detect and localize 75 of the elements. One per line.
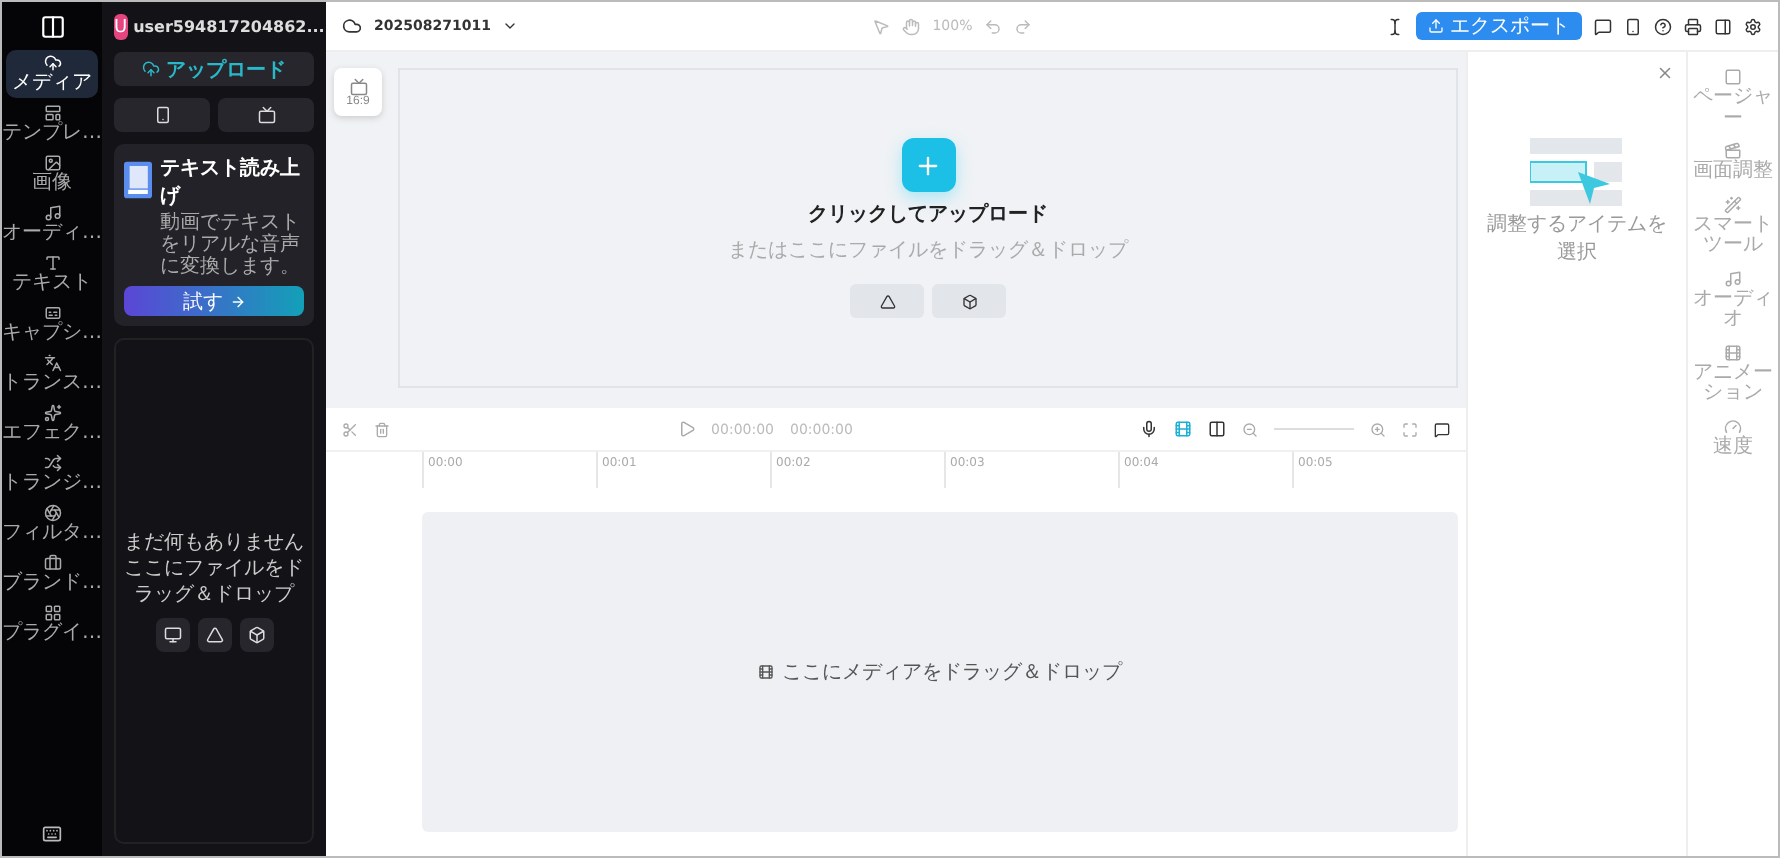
cloud-icon <box>342 16 362 36</box>
sidebar-tab[interactable]: オーディ… <box>6 200 98 248</box>
user-avatar[interactable]: U <box>114 14 128 40</box>
plus-icon <box>914 151 942 179</box>
image-icon <box>43 154 61 172</box>
sidebar-tab[interactable]: テキスト <box>6 250 98 298</box>
music-icon <box>43 204 61 222</box>
sidebar-tab[interactable]: メディア <box>6 50 98 98</box>
screen-icon <box>257 106 275 124</box>
comment-icon[interactable] <box>1434 421 1450 437</box>
box-icon <box>961 293 977 309</box>
computer-button[interactable] <box>155 618 189 652</box>
arrow-icon <box>229 293 245 309</box>
aperture-icon <box>43 504 61 522</box>
briefcase-icon <box>43 554 61 572</box>
upload-title: クリックしてアップロード <box>808 200 1048 228</box>
sidebar-tab[interactable]: テンプレ… <box>6 100 98 148</box>
cloud-upload-icon <box>142 60 160 78</box>
device-icon[interactable] <box>1624 17 1642 35</box>
try-button[interactable]: 試す <box>124 286 304 316</box>
sidebar-tab[interactable]: 画像 <box>6 150 98 198</box>
mic-icon[interactable] <box>1140 420 1158 438</box>
timeline-drop-zone[interactable]: ここにメディアをドラッグ＆ドロップ <box>422 512 1458 832</box>
split-view-icon[interactable] <box>1208 420 1226 438</box>
film-icon <box>758 664 774 680</box>
gauge-icon <box>1724 417 1742 435</box>
frame-icon <box>1724 68 1742 86</box>
phone-icon <box>153 106 171 124</box>
screen-record-button[interactable] <box>218 98 314 132</box>
cloud-icon <box>43 54 61 72</box>
keyboard-icon[interactable] <box>42 824 62 844</box>
sidebar-tab[interactable]: フィルタ… <box>6 500 98 548</box>
dropbox-button[interactable] <box>239 618 273 652</box>
sidebar-tab[interactable]: トランジ… <box>6 450 98 498</box>
grid-icon <box>43 604 61 622</box>
monitor-icon <box>163 626 181 644</box>
music-icon <box>1724 269 1742 287</box>
wand-icon <box>1724 195 1742 213</box>
upload-icon <box>1428 18 1444 34</box>
close-icon[interactable] <box>1656 64 1674 82</box>
box-icon <box>247 626 265 644</box>
print-icon[interactable] <box>1684 17 1702 35</box>
chevron-icon[interactable] <box>502 18 519 34</box>
chat-icon[interactable] <box>1594 17 1612 35</box>
sidebar-tab[interactable]: プラグイ… <box>6 600 98 648</box>
sparkle-icon <box>43 404 61 422</box>
sidebar-tab[interactable]: トランス… <box>6 350 98 398</box>
settings-icon[interactable] <box>1744 17 1762 35</box>
triangle-icon <box>879 293 895 309</box>
template-icon <box>43 104 61 122</box>
card-description: 動画でテキストをリアルな音声に変換します。 <box>160 212 302 278</box>
sidebar-tab[interactable]: エフェク… <box>6 400 98 448</box>
clapperboard-icon <box>1724 142 1742 160</box>
triangle-icon <box>205 626 223 644</box>
upload-button[interactable]: アップロード <box>114 52 314 86</box>
upload-hint: またはここにファイルをドラッグ＆ドロップ <box>728 237 1128 264</box>
translate-icon <box>43 354 61 372</box>
sidebar-tab[interactable]: ブランド… <box>6 550 98 598</box>
shuffle-icon <box>43 454 61 472</box>
select-item-illustration <box>1529 138 1625 210</box>
help-icon[interactable] <box>1654 17 1672 35</box>
card-title: テキスト読み上げ <box>160 155 302 210</box>
empty-message: まだ何もありません ここにファイルをドラッグ＆ドロップ <box>122 530 306 608</box>
phone-upload-button[interactable] <box>114 98 210 132</box>
play-icon <box>677 420 696 438</box>
film-icon <box>1724 343 1742 361</box>
panel-icon[interactable] <box>1714 17 1732 35</box>
user-name[interactable]: user594817204862... <box>133 18 325 36</box>
caption-icon <box>43 304 61 322</box>
drive-button[interactable] <box>197 618 231 652</box>
screen-icon <box>349 77 367 95</box>
text-icon <box>43 254 61 272</box>
inspector-hint: 調整するアイテムを選択 <box>1485 211 1669 266</box>
logo-icon <box>39 14 65 40</box>
sidebar-tab[interactable]: キャプシ… <box>6 300 98 348</box>
